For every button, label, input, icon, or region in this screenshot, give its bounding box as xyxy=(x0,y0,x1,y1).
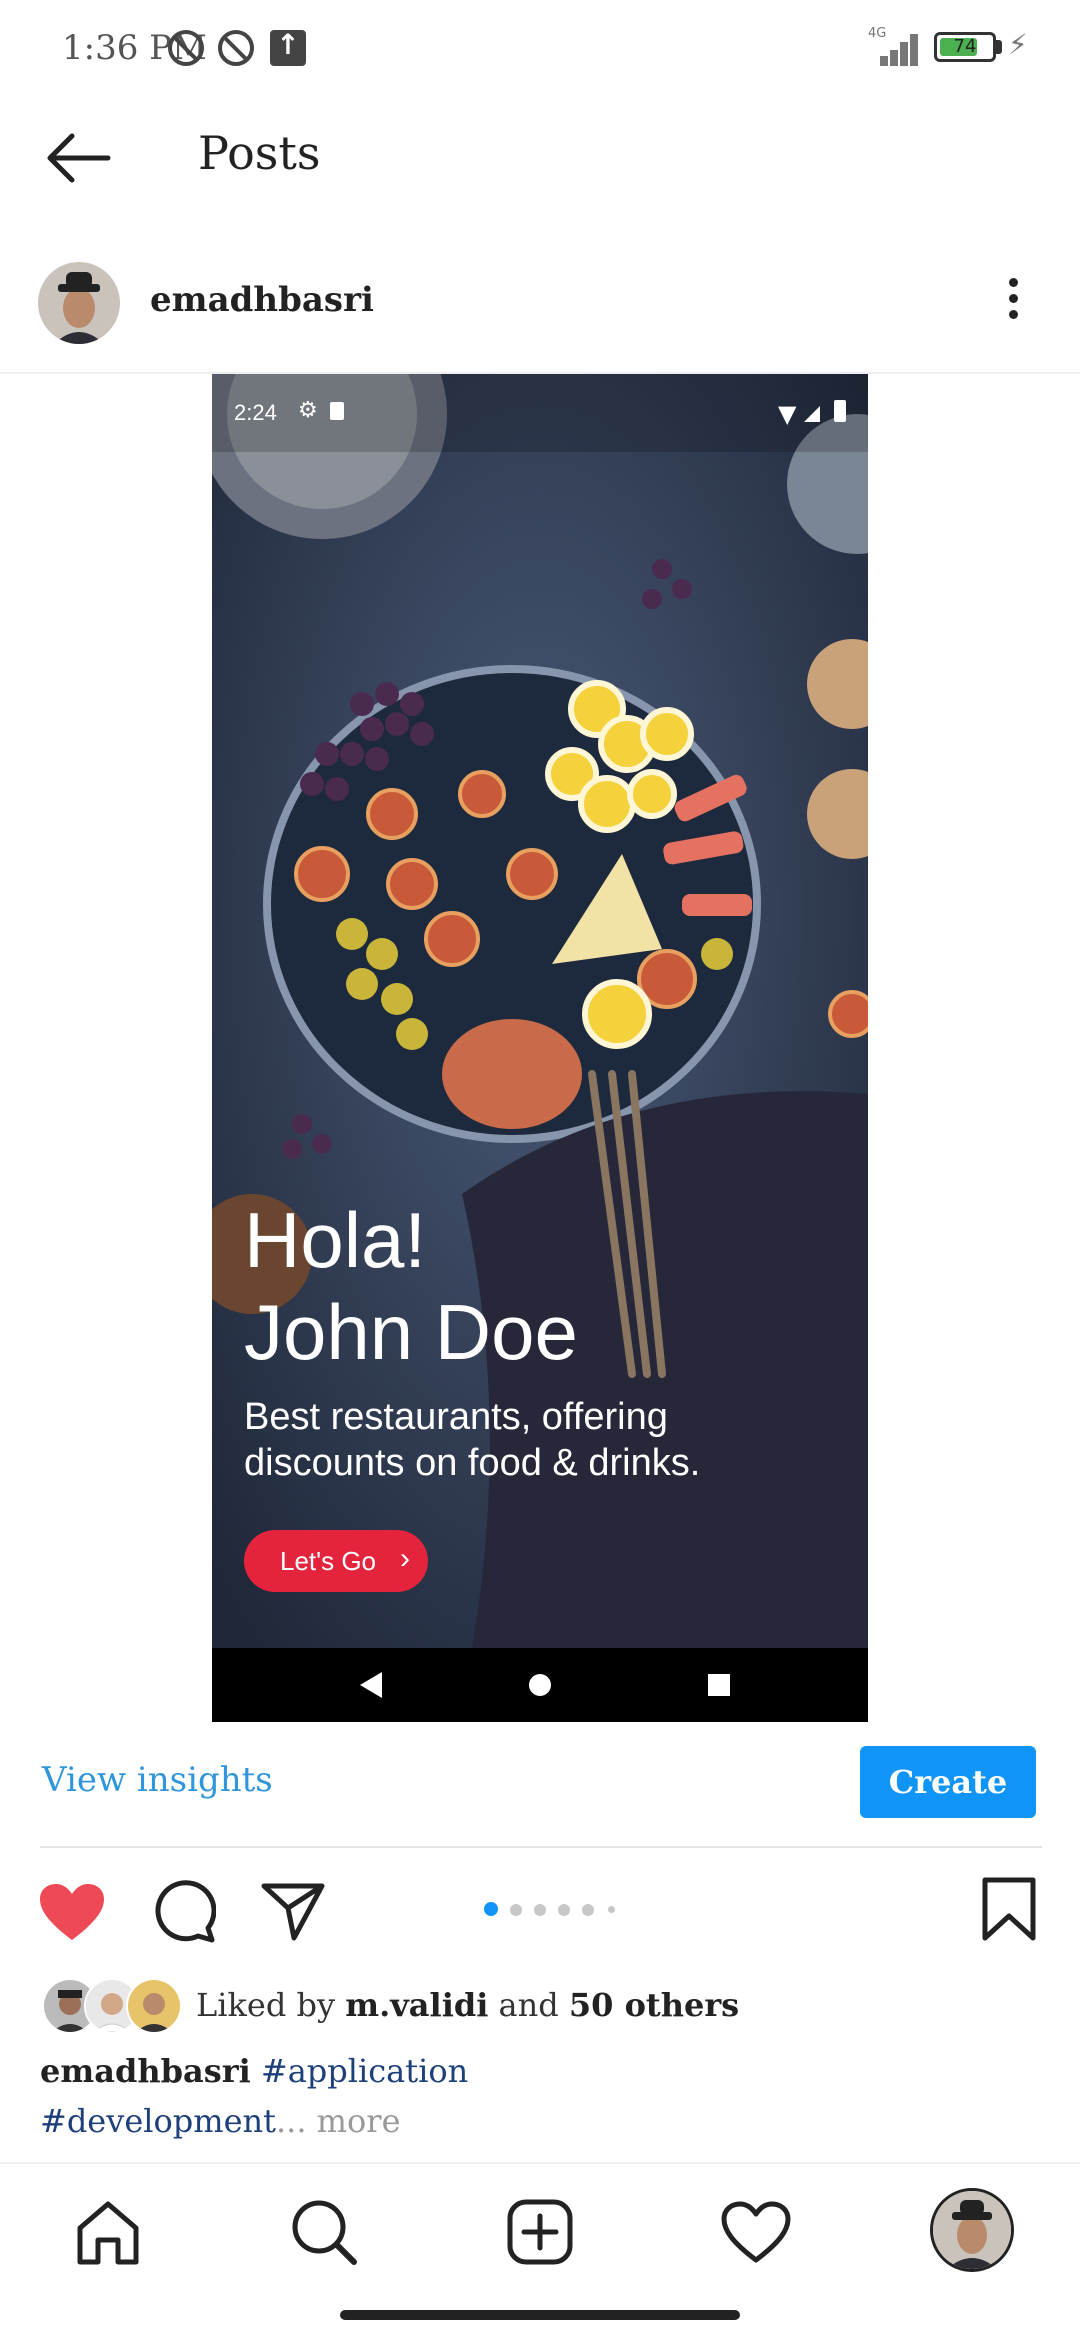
liked-by-user[interactable]: m.validi xyxy=(345,1986,488,2024)
search-icon[interactable] xyxy=(284,2192,364,2272)
activity-heart-icon[interactable] xyxy=(716,2192,796,2272)
back-triangle-icon xyxy=(360,1672,382,1698)
liked-by-text: Liked by m.validi and 50 others xyxy=(196,1986,739,2024)
avatar[interactable] xyxy=(38,262,120,344)
post-image[interactable]: 2:24 ⚙ ▼ Hola! John Doe Best restaurants… xyxy=(212,374,868,1722)
status-bar: 1:36 PM 4G 74 ⚡ xyxy=(0,0,1080,96)
carousel-indicator xyxy=(484,1900,624,1918)
greeting-line-2: John Doe xyxy=(244,1288,578,1376)
sd-card-icon xyxy=(330,402,344,420)
comment-icon[interactable] xyxy=(150,1878,217,1944)
home-indicator[interactable] xyxy=(340,2310,740,2320)
avatar xyxy=(126,1978,182,2034)
back-arrow-icon[interactable] xyxy=(42,128,114,188)
liked-by-conjunction: and xyxy=(498,1986,559,2024)
liked-by-prefix: Liked by xyxy=(196,1986,336,2024)
battery-icon: 74 xyxy=(934,32,996,62)
tagline: Best restaurants, offering discounts on … xyxy=(244,1394,844,1486)
wifi-icon: ▼ xyxy=(778,400,797,428)
caption: #development... more xyxy=(40,2102,401,2140)
post-username[interactable]: emadhbasri xyxy=(150,280,374,320)
tagline-line-2: discounts on food & drinks. xyxy=(244,1442,701,1484)
settings-icon: ⚙ xyxy=(298,398,318,423)
heart-filled-icon[interactable] xyxy=(38,1882,106,1942)
signal-icon xyxy=(804,406,820,422)
food-photo xyxy=(212,374,868,1722)
divider xyxy=(40,1846,1042,1848)
profile-avatar[interactable] xyxy=(930,2188,1014,2272)
lets-go-label: Let's Go xyxy=(280,1546,377,1576)
carousel-dot xyxy=(510,1904,522,1916)
charging-icon: ⚡ xyxy=(1008,28,1028,61)
bottom-nav xyxy=(0,2164,1080,2314)
caption-username[interactable]: emadhbasri xyxy=(40,2052,251,2090)
home-icon[interactable] xyxy=(68,2192,148,2272)
more-link[interactable]: more xyxy=(317,2102,401,2140)
hashtag[interactable]: #application xyxy=(261,2052,468,2090)
lets-go-button[interactable]: Let's Go › xyxy=(244,1530,428,1592)
carousel-dot xyxy=(582,1904,594,1916)
signal-icon xyxy=(860,30,920,66)
create-ad-button[interactable]: Create Ad xyxy=(860,1746,1036,1873)
more-vertical-icon[interactable] xyxy=(1000,278,1026,328)
battery-level: 74 xyxy=(953,36,977,57)
greeting-line-1: Hola! xyxy=(244,1196,427,1284)
battery-icon xyxy=(834,400,846,422)
caption-ellipsis: ... xyxy=(275,2102,307,2140)
liked-by-others[interactable]: 50 others xyxy=(569,1986,739,2024)
do-not-disturb-icon xyxy=(218,30,254,66)
add-post-icon[interactable] xyxy=(500,2192,580,2272)
page-title: Posts xyxy=(198,126,321,180)
carousel-dot xyxy=(534,1904,546,1916)
phone-nav-bar xyxy=(212,1648,868,1722)
phone-status-bar: 2:24 ⚙ ▼ xyxy=(212,374,868,452)
hashtag[interactable]: #development xyxy=(40,2102,276,2140)
do-not-disturb-icon xyxy=(168,30,204,66)
home-circle-icon xyxy=(529,1674,551,1696)
carousel-dot xyxy=(558,1904,570,1916)
tagline-line-1: Best restaurants, offering xyxy=(244,1396,668,1438)
chevron-right-icon: › xyxy=(400,1542,410,1575)
caption: emadhbasri #application xyxy=(40,2052,468,2090)
bookmark-icon[interactable] xyxy=(980,1876,1038,1942)
battery-tip xyxy=(996,40,1002,54)
view-insights-link[interactable]: View insights xyxy=(42,1760,273,1800)
send-icon[interactable] xyxy=(260,1880,326,1942)
recents-square-icon xyxy=(708,1674,730,1696)
upload-icon xyxy=(270,28,306,66)
carousel-dot-active xyxy=(484,1902,498,1916)
phone-status-time: 2:24 xyxy=(234,400,277,425)
greeting-heading: Hola! John Doe xyxy=(244,1194,578,1378)
carousel-dot xyxy=(608,1906,615,1913)
liked-by-avatars[interactable] xyxy=(42,1978,182,2034)
